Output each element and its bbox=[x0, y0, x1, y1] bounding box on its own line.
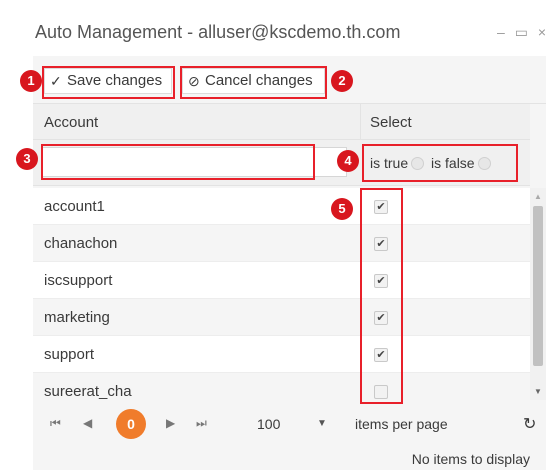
column-header-account[interactable]: Account bbox=[44, 114, 98, 131]
grid-header: Account Select bbox=[33, 104, 530, 140]
grid-body: account1 ✔ chanachon ✔ iscsupport ✔ marketing ✔… bbox=[33, 188, 530, 400]
items-per-page-label: items per page bbox=[355, 416, 448, 432]
account-cell: marketing bbox=[44, 309, 110, 326]
callout-number: 1 bbox=[20, 70, 42, 92]
close-icon[interactable]: × bbox=[538, 24, 546, 40]
scroll-up-icon[interactable]: ▲ bbox=[534, 192, 542, 201]
callout-box-select-column bbox=[360, 188, 403, 404]
callout-number: 2 bbox=[331, 70, 353, 92]
column-header-select[interactable]: Select bbox=[370, 114, 412, 131]
current-page[interactable]: 0 bbox=[116, 409, 146, 439]
callout-box-cancel bbox=[180, 66, 327, 99]
page-size-select[interactable]: 100 bbox=[257, 416, 280, 432]
prev-page-icon[interactable]: ◀ bbox=[83, 416, 92, 430]
pager-status: No items to display bbox=[411, 451, 530, 467]
table-row[interactable]: chanachon ✔ bbox=[33, 225, 530, 262]
account-cell: iscsupport bbox=[44, 272, 113, 289]
refresh-icon[interactable]: ↻ bbox=[523, 414, 536, 434]
maximize-icon[interactable]: ▭ bbox=[515, 24, 528, 41]
account-cell: sureerat_cha bbox=[44, 383, 132, 400]
table-row[interactable]: sureerat_cha bbox=[33, 373, 530, 400]
window-title: Auto Management - alluser@kscdemo.th.com bbox=[35, 22, 401, 42]
last-page-icon[interactable]: ⏭ bbox=[196, 416, 207, 431]
callout-number: 4 bbox=[337, 150, 359, 172]
vertical-scrollbar[interactable]: ▲ ▼ bbox=[530, 188, 546, 400]
callout-number: 5 bbox=[331, 198, 353, 220]
account-cell: support bbox=[44, 346, 95, 363]
callout-number: 3 bbox=[16, 148, 38, 170]
table-row[interactable]: support ✔ bbox=[33, 336, 530, 373]
title-bar: Auto Management - alluser@kscdemo.th.com… bbox=[20, 0, 546, 56]
chevron-down-icon[interactable]: ▼ bbox=[317, 418, 327, 429]
callout-box-boolean-filter bbox=[362, 144, 518, 182]
account-cell: chanachon bbox=[44, 235, 118, 252]
scroll-thumb[interactable] bbox=[533, 206, 543, 366]
table-row[interactable]: account1 ✔ bbox=[33, 188, 530, 225]
minimize-icon[interactable]: – bbox=[497, 24, 505, 40]
scroll-down-icon[interactable]: ▼ bbox=[534, 387, 542, 396]
next-page-icon[interactable]: ▶ bbox=[166, 416, 175, 430]
first-page-icon[interactable]: ⏮ bbox=[50, 416, 61, 431]
account-cell: account1 bbox=[44, 198, 105, 215]
table-row[interactable]: marketing ✔ bbox=[33, 299, 530, 336]
table-row[interactable]: iscsupport ✔ bbox=[33, 262, 530, 299]
callout-box-save bbox=[42, 66, 175, 99]
pager: ⏮ ◀ 0 ▶ ⏭ 100 ▼ items per page ↻ No item… bbox=[33, 400, 546, 470]
window-controls: – ▭ × bbox=[491, 24, 546, 41]
callout-box-filter-input bbox=[41, 144, 315, 180]
column-divider bbox=[360, 104, 361, 140]
